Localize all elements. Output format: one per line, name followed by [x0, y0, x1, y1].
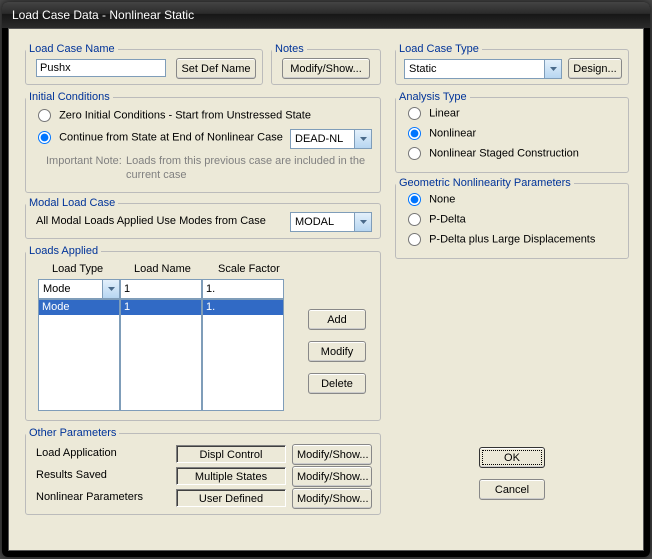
radio-nonlinear-staged-row[interactable]: Nonlinear Staged Construction	[406, 147, 579, 160]
legend-initial-conditions: Initial Conditions	[26, 91, 113, 103]
value-nonlinear-params: User Defined	[176, 489, 286, 507]
legend-modal-load-case: Modal Load Case	[26, 197, 118, 209]
load-type-dropdown[interactable]: Mode	[38, 279, 120, 299]
modify-show-results-saved-button[interactable]: Modify/Show...	[292, 466, 372, 487]
value-results-saved: Multiple States	[176, 467, 286, 485]
radio-pdelta-label: P-Delta	[429, 214, 466, 226]
continue-case-dropdown[interactable]: DEAD-NL	[290, 129, 372, 149]
radio-continue[interactable]	[38, 131, 51, 144]
chevron-down-icon	[354, 213, 371, 231]
list-row-name[interactable]: 1	[121, 300, 201, 315]
radio-nonlinear-staged-label: Nonlinear Staged Construction	[429, 148, 579, 160]
radio-nonlinear-staged[interactable]	[408, 147, 421, 160]
important-note-text2: current case	[126, 169, 187, 181]
radio-continue-row[interactable]: Continue from State at End of Nonlinear …	[36, 131, 283, 144]
modify-show-nonlinear-params-button[interactable]: Modify/Show...	[292, 488, 372, 509]
add-button[interactable]: Add	[308, 309, 366, 330]
group-geo-nonlin: Geometric Nonlinearity Parameters None P…	[395, 177, 629, 259]
radio-zero-initial-label: Zero Initial Conditions - Start from Uns…	[59, 110, 311, 122]
chevron-down-icon	[354, 130, 371, 148]
modal-load-case-value: MODAL	[295, 216, 334, 228]
modify-button[interactable]: Modify	[308, 341, 366, 362]
cancel-button[interactable]: Cancel	[479, 479, 545, 500]
design-button[interactable]: Design...	[568, 58, 622, 79]
legend-load-case-name: Load Case Name	[26, 43, 118, 55]
load-case-type-dropdown[interactable]: Static	[404, 59, 562, 79]
modal-load-case-label: All Modal Loads Applied Use Modes from C…	[36, 215, 266, 227]
chevron-down-icon	[544, 60, 561, 78]
radio-geo-none-label: None	[429, 194, 455, 206]
important-note-label: Important Note:	[46, 155, 122, 167]
value-load-application: Displ Control	[176, 445, 286, 463]
label-load-application: Load Application	[36, 447, 117, 459]
legend-other-params: Other Parameters	[26, 427, 119, 439]
radio-linear[interactable]	[408, 107, 421, 120]
radio-nonlinear[interactable]	[408, 127, 421, 140]
radio-geo-none-row[interactable]: None	[406, 193, 455, 206]
radio-zero-initial-row[interactable]: Zero Initial Conditions - Start from Uns…	[36, 109, 311, 122]
group-load-case-type: Load Case Type Static Design...	[395, 43, 629, 85]
group-notes: Notes Modify/Show...	[271, 43, 381, 85]
legend-loads-applied: Loads Applied	[26, 245, 101, 257]
scale-factor-input[interactable]	[202, 279, 284, 299]
load-case-type-value: Static	[409, 63, 437, 75]
legend-notes: Notes	[272, 43, 307, 55]
list-scale-factor[interactable]: 1.	[202, 299, 284, 411]
radio-pdelta-row[interactable]: P-Delta	[406, 213, 466, 226]
col-load-type: Load Type	[52, 263, 103, 275]
continue-case-value: DEAD-NL	[295, 133, 343, 145]
group-analysis-type: Analysis Type Linear Nonlinear Nonlinear…	[395, 91, 629, 173]
modal-load-case-dropdown[interactable]: MODAL	[290, 212, 372, 232]
radio-pdelta-large-row[interactable]: P-Delta plus Large Displacements	[406, 233, 595, 246]
radio-pdelta-large[interactable]	[408, 233, 421, 246]
delete-button[interactable]: Delete	[308, 373, 366, 394]
label-results-saved: Results Saved	[36, 469, 107, 481]
load-name-input[interactable]	[120, 279, 202, 299]
important-note-text1: Loads from this previous case are includ…	[126, 155, 365, 167]
radio-geo-none[interactable]	[408, 193, 421, 206]
group-other-params: Other Parameters Load Application Result…	[25, 427, 381, 515]
legend-load-case-type: Load Case Type	[396, 43, 482, 55]
col-load-name: Load Name	[134, 263, 191, 275]
radio-pdelta[interactable]	[408, 213, 421, 226]
legend-analysis-type: Analysis Type	[396, 91, 470, 103]
title-bar: Load Case Data - Nonlinear Static	[2, 2, 650, 28]
dialog-window: Load Case Data - Nonlinear Static Load C…	[2, 2, 650, 557]
group-initial-conditions: Initial Conditions Zero Initial Conditio…	[25, 91, 381, 193]
load-type-value: Mode	[43, 283, 71, 295]
legend-geo-nonlin: Geometric Nonlinearity Parameters	[396, 177, 574, 189]
list-row-type[interactable]: Mode	[39, 300, 119, 315]
list-load-name[interactable]: 1	[120, 299, 202, 411]
radio-linear-row[interactable]: Linear	[406, 107, 460, 120]
group-modal-load-case: Modal Load Case All Modal Loads Applied …	[25, 197, 381, 239]
group-load-case-name: Load Case Name Set Def Name	[25, 43, 263, 85]
radio-zero-initial[interactable]	[38, 109, 51, 122]
ok-button[interactable]: OK	[479, 447, 545, 468]
set-def-name-button[interactable]: Set Def Name	[176, 58, 256, 79]
radio-pdelta-large-label: P-Delta plus Large Displacements	[429, 234, 595, 246]
radio-nonlinear-label: Nonlinear	[429, 128, 476, 140]
client-area: Load Case Name Set Def Name Notes Modify…	[8, 28, 644, 551]
radio-linear-label: Linear	[429, 108, 460, 120]
modify-show-load-application-button[interactable]: Modify/Show...	[292, 444, 372, 465]
radio-continue-label: Continue from State at End of Nonlinear …	[59, 132, 283, 144]
list-row-scale[interactable]: 1.	[203, 300, 283, 315]
chevron-down-icon	[102, 280, 119, 298]
list-load-type[interactable]: Mode	[38, 299, 120, 411]
group-loads-applied: Loads Applied Load Type Load Name Scale …	[25, 245, 381, 421]
col-scale-factor: Scale Factor	[218, 263, 280, 275]
load-case-name-input[interactable]	[36, 59, 166, 77]
radio-nonlinear-row[interactable]: Nonlinear	[406, 127, 476, 140]
window-title: Load Case Data - Nonlinear Static	[12, 8, 194, 22]
notes-modify-show-button[interactable]: Modify/Show...	[282, 58, 370, 79]
label-nonlinear-params: Nonlinear Parameters	[36, 491, 143, 503]
